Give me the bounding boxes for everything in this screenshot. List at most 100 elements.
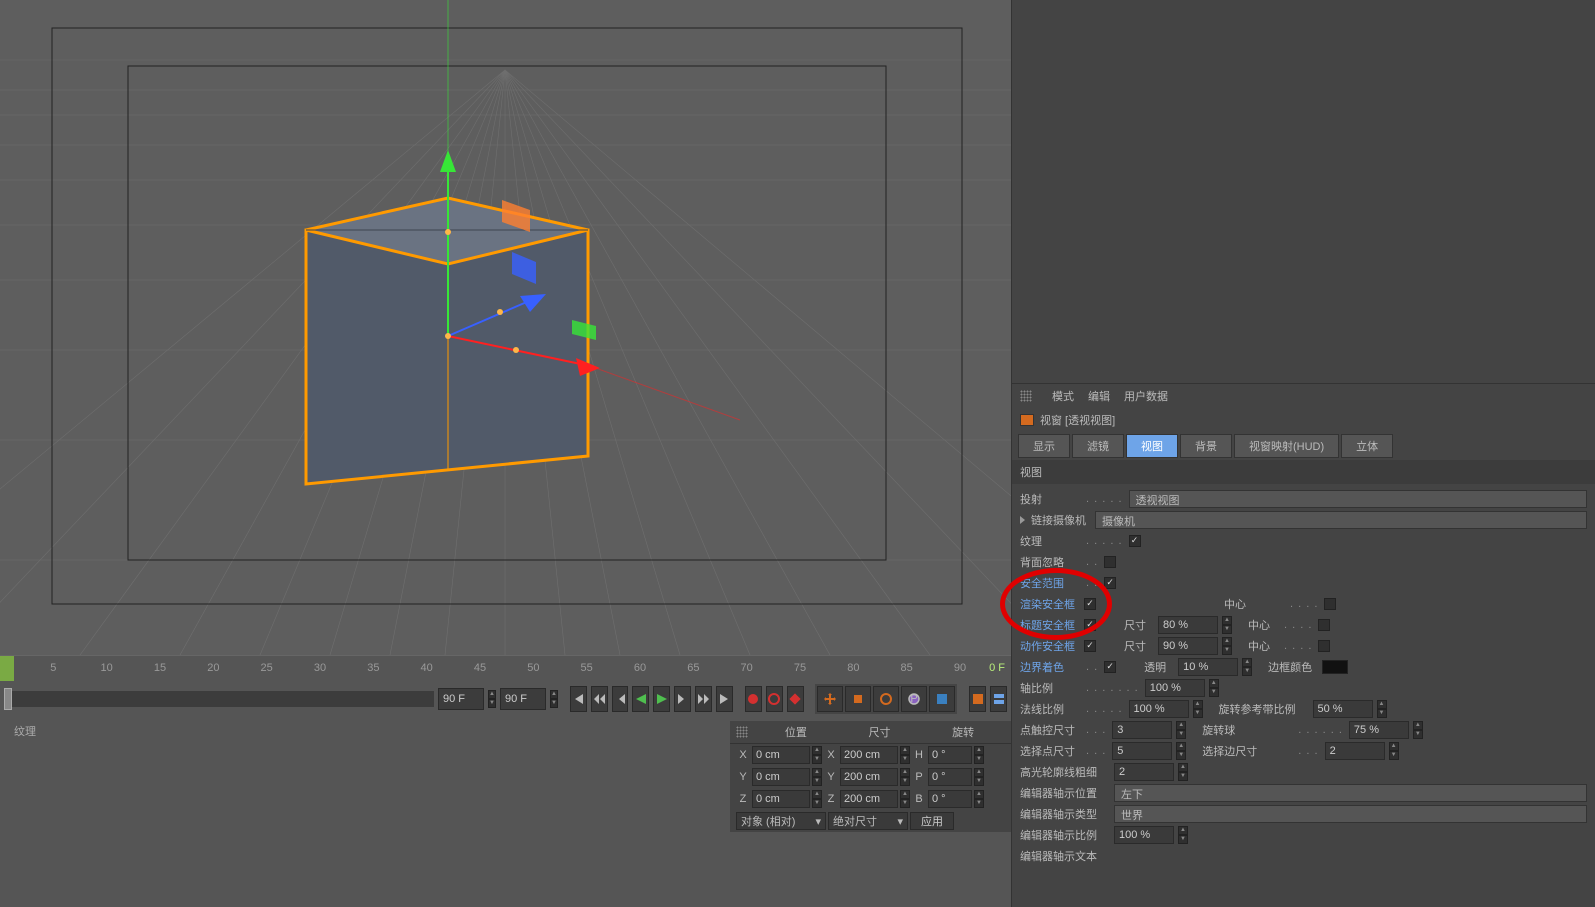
viewport-canvas[interactable] — [0, 0, 1011, 655]
tick-85[interactable]: 85 — [879, 656, 935, 674]
select-point-field[interactable] — [1112, 742, 1172, 760]
tick-90[interactable]: 90 — [932, 656, 988, 674]
menu-edit[interactable]: 编辑 — [1088, 388, 1110, 404]
mode-relative-dropdown[interactable]: 对象 (相对)▾ — [736, 812, 826, 830]
axis-scale-field[interactable] — [1145, 679, 1205, 697]
step-back-button[interactable] — [612, 686, 629, 712]
goto-end-button[interactable] — [716, 686, 733, 712]
size-x-field[interactable] — [840, 746, 898, 764]
camera-link-field[interactable]: 摄像机 — [1095, 511, 1587, 529]
title-safe-size-field[interactable] — [1158, 616, 1218, 634]
rot-b-field[interactable] — [928, 790, 972, 808]
move-tool-button[interactable] — [817, 686, 843, 712]
timeline-handle[interactable] — [4, 688, 12, 710]
rot-p-field[interactable] — [928, 768, 972, 786]
tick-35[interactable]: 35 — [345, 656, 401, 674]
tick-75[interactable]: 75 — [772, 656, 828, 674]
drag-dots-icon[interactable] — [736, 726, 748, 738]
drag-dots-icon[interactable] — [1020, 390, 1032, 402]
tick-30[interactable]: 30 — [292, 656, 348, 674]
select-edge-field[interactable] — [1325, 742, 1385, 760]
projection-dropdown[interactable]: 透视视图 — [1129, 490, 1587, 508]
end-spin[interactable]: ▲▼ — [550, 690, 558, 708]
action-safe-size-field[interactable] — [1158, 637, 1218, 655]
play-button[interactable] — [653, 686, 670, 712]
tick-70[interactable]: 70 — [719, 656, 775, 674]
tab-stereo[interactable]: 立体 — [1341, 434, 1393, 458]
render-safe-checkbox[interactable] — [1084, 598, 1096, 610]
tick-45[interactable]: 45 — [452, 656, 508, 674]
param-button[interactable]: P — [901, 686, 927, 712]
tab-view[interactable]: 视图 — [1126, 434, 1178, 458]
border-opacity-field[interactable] — [1178, 658, 1238, 676]
pos-x-field[interactable] — [752, 746, 810, 764]
tick-20[interactable]: 20 — [185, 656, 241, 674]
expand-icon[interactable] — [1020, 516, 1025, 524]
touch-size-field[interactable] — [1112, 721, 1172, 739]
editor-pos-dropdown[interactable]: 左下 — [1114, 784, 1587, 802]
tick-65[interactable]: 65 — [665, 656, 721, 674]
tab-hud[interactable]: 视窗映射(HUD) — [1234, 434, 1339, 458]
record-button[interactable] — [745, 686, 762, 712]
backface-checkbox[interactable] — [1104, 556, 1116, 568]
timeline-ruler[interactable]: 051015202530354045505560657075808590 0 F — [0, 655, 1011, 681]
title-center-checkbox[interactable] — [1318, 619, 1330, 631]
timeline-playhead[interactable] — [0, 656, 14, 682]
rot-ball-field[interactable] — [1349, 721, 1409, 739]
start-spin[interactable]: ▲▼ — [488, 690, 496, 708]
safe-range-checkbox[interactable] — [1104, 577, 1116, 589]
border-checkbox[interactable] — [1104, 661, 1116, 673]
option-a-button[interactable] — [969, 686, 986, 712]
border-color-swatch[interactable] — [1322, 660, 1348, 674]
editor-scale-field[interactable] — [1114, 826, 1174, 844]
tick-10[interactable]: 10 — [79, 656, 135, 674]
tab-filter[interactable]: 滤镜 — [1072, 434, 1124, 458]
tick-40[interactable]: 40 — [399, 656, 455, 674]
option-b-button[interactable] — [990, 686, 1007, 712]
editor-type-dropdown[interactable]: 世界 — [1114, 805, 1587, 823]
tick-80[interactable]: 80 — [825, 656, 881, 674]
size-y-field[interactable] — [840, 768, 898, 786]
menu-userdata[interactable]: 用户数据 — [1124, 388, 1168, 404]
size-z-field[interactable] — [840, 790, 898, 808]
apply-button[interactable]: 应用 — [910, 812, 954, 830]
action-safe-checkbox[interactable] — [1084, 640, 1096, 652]
action-center-checkbox[interactable] — [1318, 640, 1330, 652]
label-center3: 中心 — [1248, 636, 1278, 656]
keyframe-sel-button[interactable] — [787, 686, 804, 712]
prev-key-button[interactable] — [591, 686, 608, 712]
label-editor-type: 编辑器轴示类型 — [1020, 804, 1110, 824]
highlight-field[interactable] — [1114, 763, 1174, 781]
pos-z-field[interactable] — [752, 790, 810, 808]
autokey-button[interactable] — [766, 686, 783, 712]
rot-band-field[interactable] — [1313, 700, 1373, 718]
pla-button[interactable] — [929, 686, 955, 712]
end-frame-field[interactable] — [500, 688, 546, 710]
pos-y-field[interactable] — [752, 768, 810, 786]
tick-55[interactable]: 55 — [559, 656, 615, 674]
start-frame-field[interactable] — [438, 688, 484, 710]
tick-50[interactable]: 50 — [505, 656, 561, 674]
rotate-tool-button[interactable] — [873, 686, 899, 712]
play-back-button[interactable] — [632, 686, 649, 712]
tab-background[interactable]: 背景 — [1180, 434, 1232, 458]
menu-mode[interactable]: 模式 — [1052, 388, 1074, 404]
tick-25[interactable]: 25 — [239, 656, 295, 674]
step-fwd-button[interactable] — [674, 686, 691, 712]
goto-start-button[interactable] — [570, 686, 587, 712]
texture-checkbox[interactable] — [1129, 535, 1141, 547]
next-key-button[interactable] — [695, 686, 712, 712]
label-p: P — [912, 771, 926, 783]
tab-display[interactable]: 显示 — [1018, 434, 1070, 458]
tick-5[interactable]: 5 — [25, 656, 81, 674]
normal-scale-field[interactable] — [1129, 700, 1189, 718]
rot-h-field[interactable] — [928, 746, 972, 764]
timeline-slider[interactable] — [4, 691, 434, 707]
render-center-checkbox[interactable] — [1324, 598, 1336, 610]
scale-tool-button[interactable] — [845, 686, 871, 712]
tick-15[interactable]: 15 — [132, 656, 188, 674]
mode-absolute-dropdown[interactable]: 绝对尺寸▾ — [828, 812, 908, 830]
tick-60[interactable]: 60 — [612, 656, 668, 674]
viewport-3d[interactable] — [0, 0, 1011, 655]
title-safe-checkbox[interactable] — [1084, 619, 1096, 631]
